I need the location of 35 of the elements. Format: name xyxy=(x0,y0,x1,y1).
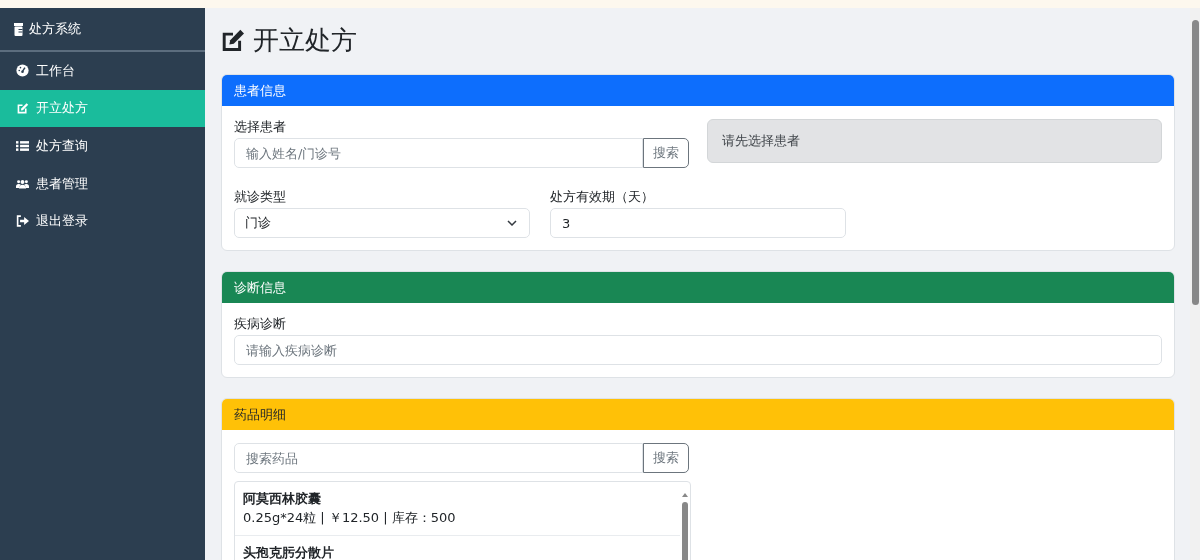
sidebar-item[interactable]: 处方查询 xyxy=(0,127,205,165)
medicine-name: 阿莫西林胶囊 xyxy=(243,490,322,508)
validity-field[interactable]: 3 xyxy=(550,208,846,238)
search-field[interactable]: 搜索药品 xyxy=(234,443,643,473)
scrollbar[interactable] xyxy=(1191,20,1199,305)
field-label: 处方有效期（天） xyxy=(550,189,655,205)
diagnosis-field[interactable]: 请输入疾病诊断 xyxy=(234,335,1162,365)
medicine-item[interactable]: 阿莫西林胶囊 0.25g*24粒 | ￥12.50 | 库存：500 xyxy=(235,482,680,536)
app-title: 处方系统 xyxy=(29,20,81,38)
page-title: 开立处方 xyxy=(253,24,357,57)
visit-type-select[interactable]: 门诊 xyxy=(234,208,530,238)
medicine-detail: 0.25g*24粒 | ￥12.50 | 库存：500 xyxy=(243,509,457,527)
field-label: 选择患者 xyxy=(234,119,287,135)
card-title: 诊断信息 xyxy=(234,278,286,297)
search-button[interactable]: 搜索 xyxy=(643,443,689,473)
card-title: 药品明细 xyxy=(234,405,286,424)
dashboard-icon xyxy=(16,64,29,78)
sidebar-item[interactable]: 患者管理 xyxy=(0,164,205,203)
field-label: 就诊类型 xyxy=(234,189,287,205)
edit-icon xyxy=(16,101,29,115)
medicine-name: 头孢克肟分散片 xyxy=(243,544,335,560)
search-button[interactable]: 搜索 xyxy=(643,138,689,168)
list-icon xyxy=(16,140,29,152)
card-title: 患者信息 xyxy=(234,81,286,100)
edit-icon xyxy=(221,29,245,51)
sidebar-item[interactable]: 工作台 xyxy=(0,52,205,90)
medicine-item[interactable]: 头孢克肟分散片 xyxy=(235,536,680,560)
notice: 请先选择患者 xyxy=(707,119,1162,163)
sign-out-icon xyxy=(16,215,29,228)
pill-bottle-icon xyxy=(14,22,23,36)
chevron-down-icon xyxy=(507,220,517,226)
field-label: 疾病诊断 xyxy=(234,316,287,332)
users-icon xyxy=(16,177,29,190)
sidebar-item[interactable]: 退出登录 xyxy=(0,202,205,240)
search-field[interactable]: 输入姓名/门诊号 xyxy=(234,138,643,168)
